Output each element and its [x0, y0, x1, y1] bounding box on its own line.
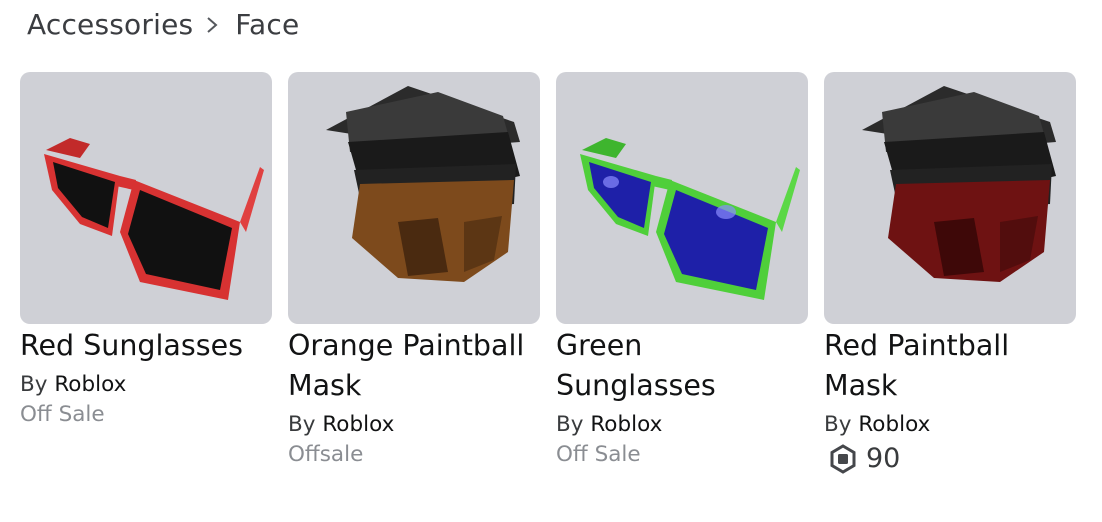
item-card-red-paintball-mask[interactable]: Red Paintball Mask By Roblox 90 [824, 72, 1076, 476]
by-label: By [20, 372, 48, 397]
item-creator: By Roblox [288, 410, 540, 440]
item-thumbnail[interactable] [556, 72, 808, 324]
item-price-status: Off Sale [20, 402, 105, 427]
orange-paintball-mask-icon [326, 86, 520, 282]
creator-link[interactable]: Roblox [858, 412, 930, 437]
item-price-status: Offsale [288, 442, 364, 467]
item-thumbnail[interactable] [288, 72, 540, 324]
item-creator: By Roblox [20, 370, 272, 400]
item-name[interactable]: Orange Paintball Mask [288, 326, 540, 406]
item-creator: By Roblox [556, 410, 808, 440]
by-label: By [288, 412, 316, 437]
item-card-orange-paintball-mask[interactable]: Orange Paintball Mask By Roblox Offsale [288, 72, 540, 476]
red-paintball-mask-icon [862, 86, 1056, 282]
item-name[interactable]: Red Paintball Mask [824, 326, 1076, 406]
robux-icon [830, 444, 856, 474]
by-label: By [824, 412, 852, 437]
breadcrumb-current: Face [235, 8, 300, 41]
item-name[interactable]: Green Sunglasses [556, 326, 808, 406]
item-card-green-sunglasses[interactable]: Green Sunglasses By Roblox Off Sale [556, 72, 808, 476]
creator-link[interactable]: Roblox [590, 412, 662, 437]
chevron-right-icon [207, 16, 218, 33]
item-grid: Red Sunglasses By Roblox Off Sale Orange… [20, 72, 1076, 476]
by-label: By [556, 412, 584, 437]
red-sunglasses-icon [44, 138, 264, 300]
item-price-status: Off Sale [556, 442, 641, 467]
green-sunglasses-icon [580, 138, 800, 300]
item-card-red-sunglasses[interactable]: Red Sunglasses By Roblox Off Sale [20, 72, 272, 476]
price-amount: 90 [866, 443, 901, 474]
creator-link[interactable]: Roblox [322, 412, 394, 437]
item-creator: By Roblox [824, 410, 1076, 440]
item-name[interactable]: Red Sunglasses [20, 326, 272, 366]
item-thumbnail[interactable] [20, 72, 272, 324]
breadcrumb-accessories-link[interactable]: Accessories [27, 8, 193, 41]
breadcrumb: Accessories Face [27, 8, 299, 41]
item-thumbnail[interactable] [824, 72, 1076, 324]
catalog-page: Accessories Face Red Sunglasses By Roblo… [0, 0, 1102, 522]
item-price: 90 [824, 442, 1076, 476]
creator-link[interactable]: Roblox [54, 372, 126, 397]
